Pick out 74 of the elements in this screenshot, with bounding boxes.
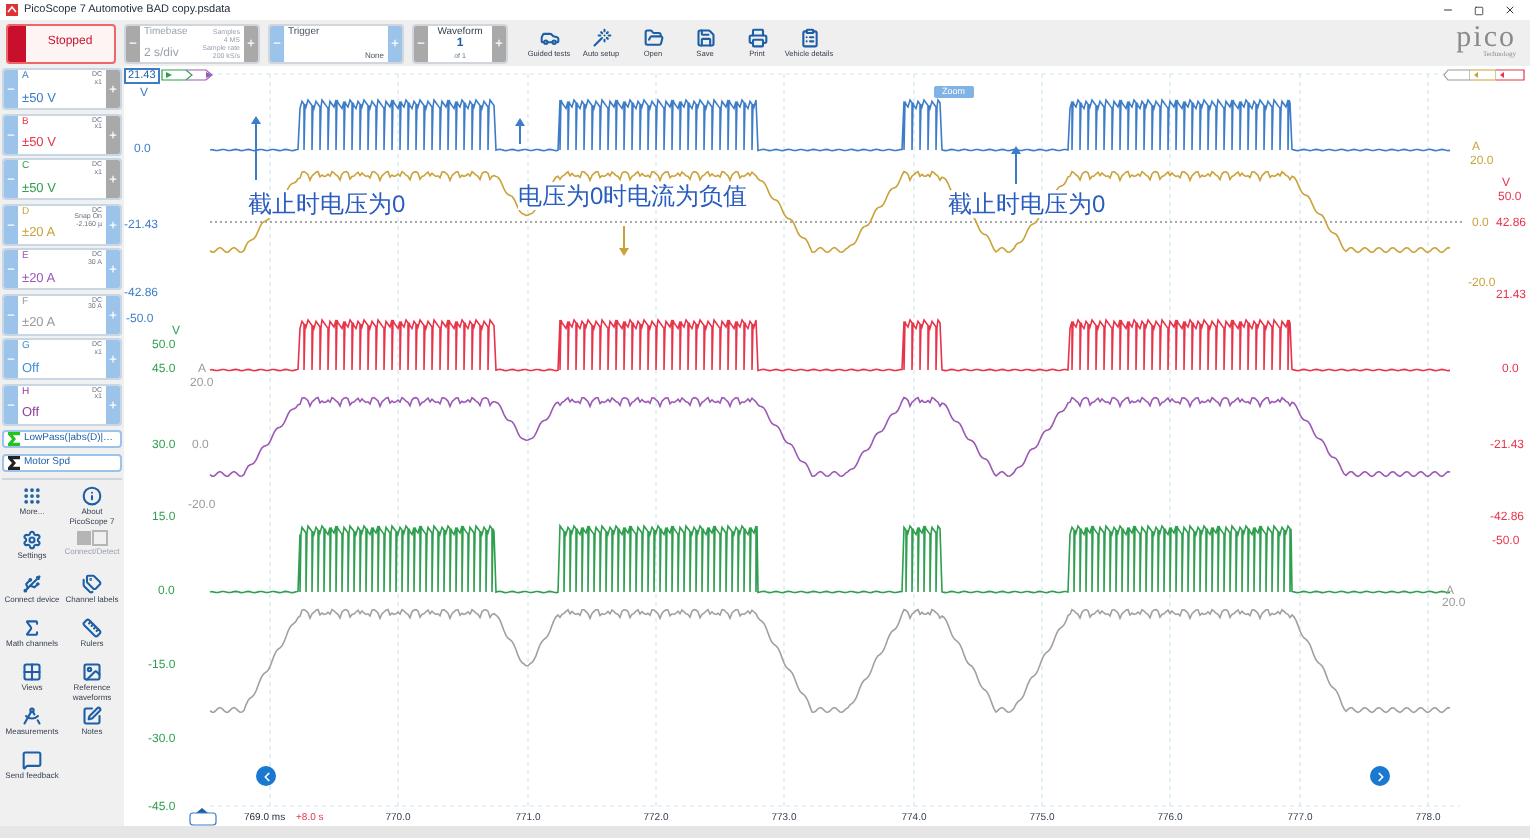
decrease-button[interactable] xyxy=(4,340,18,378)
minus-icon xyxy=(6,264,16,274)
annotation-text: 截止时电压为0 xyxy=(248,190,406,218)
plus-icon xyxy=(108,354,118,364)
decrease-button[interactable] xyxy=(4,115,18,153)
plus-icon xyxy=(390,38,400,48)
minus-icon xyxy=(6,129,16,139)
image-icon xyxy=(82,662,102,682)
annotation-text: 电压为0时电流为负值 xyxy=(518,182,748,210)
folder-icon xyxy=(643,27,663,48)
usb-icon xyxy=(22,574,42,594)
grid-dots-icon xyxy=(22,486,42,506)
maximize-icon[interactable] xyxy=(1474,5,1484,15)
minus-icon xyxy=(272,38,282,48)
sigma-icon xyxy=(22,618,42,638)
annotation-text: 截止时电压为0 xyxy=(948,190,1106,218)
minus-icon xyxy=(6,174,16,184)
minus-icon xyxy=(6,309,16,319)
decrease-button[interactable] xyxy=(4,250,18,288)
decrease-button[interactable] xyxy=(4,295,18,333)
channel-marker-icon[interactable] xyxy=(1443,69,1525,81)
increase-button[interactable] xyxy=(106,115,120,153)
minus-icon xyxy=(128,38,138,48)
minimize-icon[interactable] xyxy=(1442,4,1454,16)
logo-text: pico xyxy=(1456,26,1516,53)
increase-button[interactable] xyxy=(106,70,120,108)
minus-icon xyxy=(6,84,16,94)
minus-icon xyxy=(6,399,16,409)
annotation-arrow xyxy=(251,116,261,181)
plus-icon xyxy=(108,309,118,319)
increase-button[interactable] xyxy=(106,385,120,423)
plus-icon xyxy=(246,38,256,48)
increase-button[interactable] xyxy=(106,250,120,288)
annotation-arrow xyxy=(1011,146,1021,185)
decrease-button[interactable] xyxy=(4,160,18,198)
trigger-marker-icon[interactable] xyxy=(189,808,217,826)
plus-icon xyxy=(108,84,118,94)
annotation-arrow xyxy=(619,225,629,256)
minus-icon xyxy=(6,219,16,229)
printer-icon xyxy=(747,27,767,48)
plus-icon xyxy=(108,399,118,409)
increase-button[interactable] xyxy=(106,160,120,198)
chevron-left-icon xyxy=(259,769,273,783)
decrease-button[interactable] xyxy=(4,385,18,423)
chevron-right-icon xyxy=(1373,769,1387,783)
ruler-icon xyxy=(82,618,102,638)
plus-icon xyxy=(108,264,118,274)
settings-icon xyxy=(22,530,42,550)
clipboard-icon xyxy=(799,27,819,48)
tags-icon xyxy=(82,574,102,594)
message-icon xyxy=(22,750,42,770)
compass-icon xyxy=(22,706,42,726)
car-icon xyxy=(539,27,559,48)
minus-icon xyxy=(416,38,426,48)
increase-button[interactable] xyxy=(106,340,120,378)
grid-icon xyxy=(22,662,42,682)
minus-icon xyxy=(6,354,16,364)
close-icon[interactable] xyxy=(1504,4,1516,16)
plus-icon xyxy=(108,129,118,139)
wand-icon xyxy=(591,27,611,48)
annotation-arrow xyxy=(515,118,525,145)
two-boxes-icon xyxy=(76,530,108,546)
plus-icon xyxy=(108,174,118,184)
plus-icon xyxy=(108,219,118,229)
increase-button[interactable] xyxy=(106,295,120,333)
decrease-button[interactable] xyxy=(4,70,18,108)
pen-icon xyxy=(82,706,102,726)
decrease-button[interactable] xyxy=(4,205,18,243)
scroll-left-button[interactable] xyxy=(256,766,276,786)
info-icon xyxy=(82,486,102,506)
scroll-right-button[interactable] xyxy=(1370,766,1390,786)
increase-button[interactable] xyxy=(106,205,120,243)
save-icon xyxy=(695,27,715,48)
plus-icon xyxy=(494,38,504,48)
